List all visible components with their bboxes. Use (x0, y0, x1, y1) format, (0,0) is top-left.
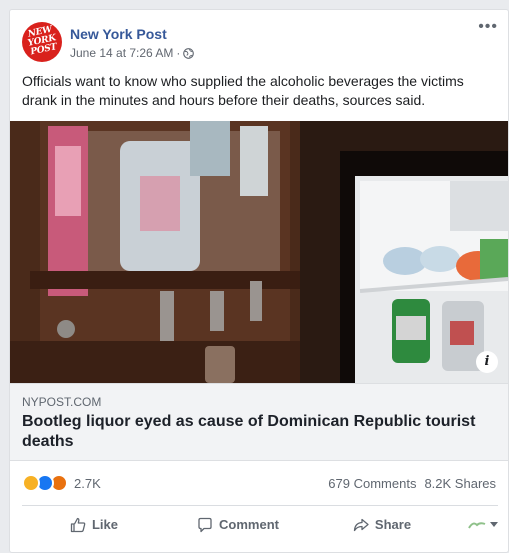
minibar-photo (10, 121, 508, 383)
comments-count[interactable]: 679 Comments (328, 476, 416, 491)
nypost-logo: NEW YORK POST (26, 24, 58, 58)
more-options-icon[interactable]: ••• (478, 19, 498, 35)
page-avatar-mini-icon (468, 521, 486, 529)
post-timestamp[interactable]: June 14 at 7:26 AM (70, 46, 173, 60)
like-button[interactable]: Like (22, 509, 166, 541)
wow-icon (22, 474, 40, 492)
post-stats: 2.7K 679 Comments 8.2K Shares (10, 462, 508, 504)
meta-separator: · (176, 46, 181, 60)
engagement-counts: 679 Comments 8.2K Shares (328, 476, 496, 491)
post-card: NEW YORK POST New York Post June 14 at 7… (9, 9, 509, 553)
comment-label: Comment (219, 517, 279, 532)
reaction-audience-selector[interactable] (454, 519, 498, 531)
share-label: Share (374, 517, 412, 532)
post-meta: June 14 at 7:26 AM · (70, 46, 195, 60)
link-preview[interactable]: NYPOST.COM Bootleg liquor eyed as cause … (10, 383, 508, 461)
action-bar: Like Comment Share (22, 505, 498, 543)
info-icon[interactable]: i (476, 351, 498, 373)
comment-button[interactable]: Comment (166, 509, 310, 541)
link-domain: NYPOST.COM (22, 395, 102, 409)
page-avatar[interactable]: NEW YORK POST (22, 22, 62, 62)
page-name-link[interactable]: New York Post (70, 26, 167, 42)
article-image[interactable]: i (10, 121, 508, 383)
shares-count[interactable]: 8.2K Shares (424, 476, 496, 491)
chevron-down-icon (490, 521, 498, 527)
post-header: NEW YORK POST New York Post June 14 at 7… (10, 10, 508, 72)
share-button[interactable]: Share (310, 509, 454, 541)
reactions-summary[interactable]: 2.7K (22, 474, 101, 492)
post-message: Officials want to know who supplied the … (22, 73, 464, 108)
reaction-count[interactable]: 2.7K (74, 476, 101, 491)
globe-icon[interactable] (183, 47, 195, 59)
share-icon (353, 518, 369, 531)
thumbs-up-icon (70, 517, 86, 532)
link-headline[interactable]: Bootleg liquor eyed as cause of Dominica… (22, 412, 492, 452)
comment-icon (198, 517, 212, 532)
like-label: Like (91, 517, 118, 532)
